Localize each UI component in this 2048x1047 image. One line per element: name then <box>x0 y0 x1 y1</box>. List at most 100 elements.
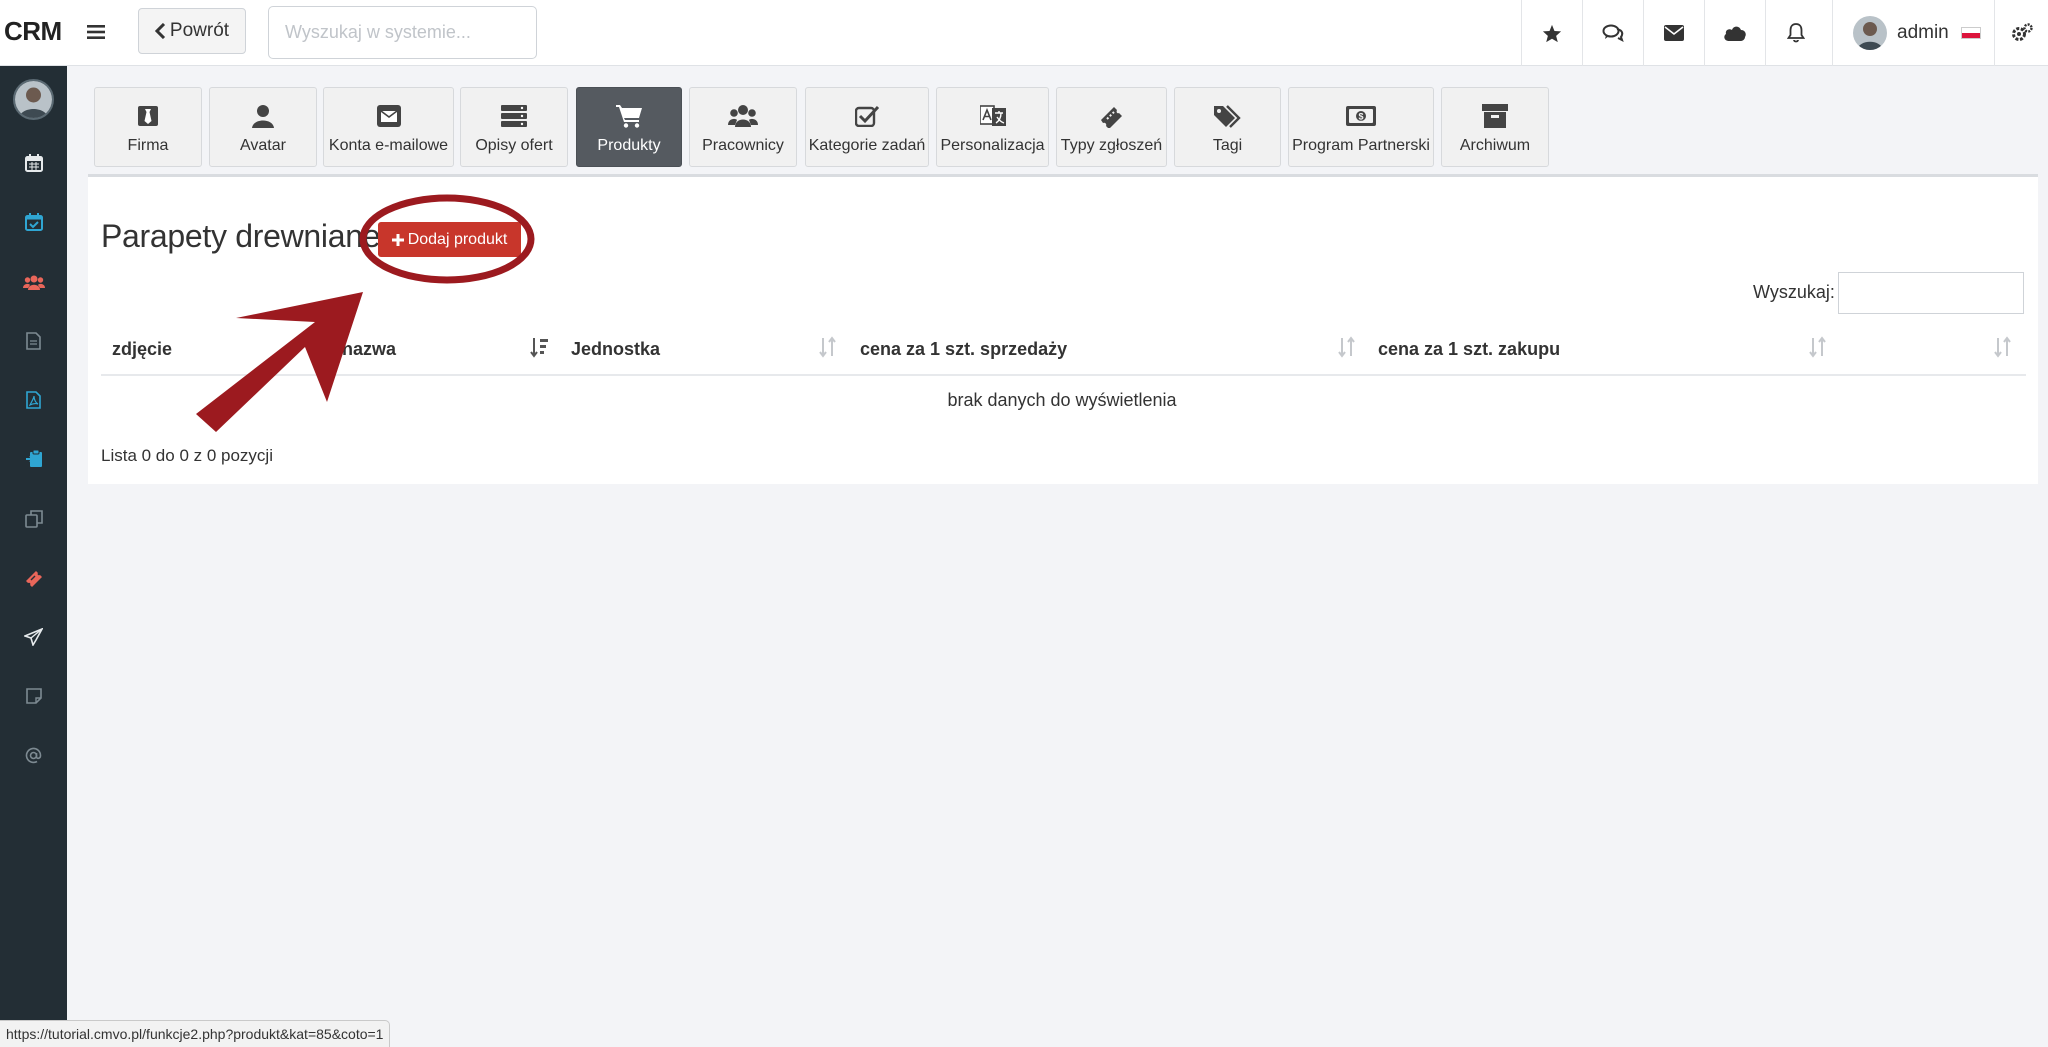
tab-label: Program Partnerski <box>1292 137 1430 154</box>
sidebar-item-users[interactable] <box>0 262 67 302</box>
avatar <box>1853 16 1887 50</box>
column-header-sale-price[interactable]: cena za 1 szt. sprzedaży <box>860 339 1067 360</box>
tab-label: Typy zgłoszeń <box>1060 137 1163 154</box>
favorites-button[interactable] <box>1521 0 1582 66</box>
tab-typy-zgloszen[interactable]: Typy zgłoszeń <box>1056 87 1167 167</box>
sidebar-item-copy[interactable] <box>0 499 67 539</box>
back-button-label: Powrót <box>169 20 230 41</box>
calendar-check-icon <box>24 213 43 231</box>
tab-avatar[interactable]: Avatar <box>209 87 317 167</box>
envelope-square-icon <box>376 105 401 127</box>
tab-label: Tagi <box>1212 137 1243 154</box>
user-name: admin <box>1897 22 1949 43</box>
empty-table-message: brak danych do wyświetlenia <box>947 390 1177 410</box>
add-product-label: Dodaj produkt <box>407 230 508 248</box>
table-info: Lista 0 do 0 z 0 pozycji <box>101 446 273 465</box>
sort-icon[interactable] <box>1338 336 1356 358</box>
sidebar-item-tickets[interactable] <box>0 558 67 598</box>
user-menu[interactable]: admin <box>1832 0 1994 66</box>
top-icon-bar <box>1521 0 1826 66</box>
ticket-icon <box>1100 107 1122 128</box>
products-panel <box>88 174 2038 484</box>
status-bar-url: https://tutorial.cmvo.pl/funkcje2.php?pr… <box>0 1020 391 1047</box>
tab-label: Konta e-mailowe <box>328 137 449 154</box>
tab-label: Produkty <box>597 137 661 154</box>
table-header-divider <box>101 374 2026 376</box>
envelope-icon <box>1664 25 1684 41</box>
tab-label: Firma <box>127 137 169 154</box>
global-search-input[interactable] <box>268 6 537 59</box>
tab-opisy-ofert[interactable]: Opisy ofert <box>460 87 568 167</box>
column-header-photo[interactable]: zdjęcie <box>112 339 172 360</box>
svg-text:$: $ <box>1358 112 1363 122</box>
mail-button[interactable] <box>1643 0 1704 66</box>
column-header-unit[interactable]: Jednostka <box>571 339 660 360</box>
file-icon <box>26 332 41 350</box>
tab-personalizacja[interactable]: Personalizacja <box>936 87 1049 167</box>
copy-icon <box>24 510 43 528</box>
page-title: Parapety drewniane <box>101 218 381 254</box>
language-icon <box>979 105 1006 126</box>
money-icon: $ <box>1346 106 1376 126</box>
tab-label: Kategorie zadań <box>808 137 926 154</box>
sort-icon[interactable] <box>819 336 837 358</box>
tie-icon <box>138 106 158 126</box>
tab-konta-e-mailowe[interactable]: Konta e-mailowe <box>323 87 454 167</box>
sort-icon[interactable] <box>1994 336 2012 358</box>
sidebar <box>0 66 67 1046</box>
users-icon <box>22 275 45 290</box>
chat-button[interactable] <box>1582 0 1643 66</box>
at-icon <box>25 747 42 763</box>
archive-icon <box>1482 104 1508 128</box>
notifications-button[interactable] <box>1765 0 1826 66</box>
sort-icon[interactable] <box>312 336 330 358</box>
cart-icon <box>616 105 642 128</box>
sidebar-item-notes[interactable] <box>0 676 67 716</box>
flag-pl-icon <box>1960 27 1981 39</box>
sidebar-item-clipboard[interactable] <box>0 439 67 479</box>
cloud-icon <box>1724 26 1746 41</box>
sidebar-item-tasks[interactable] <box>0 202 67 242</box>
comments-icon <box>1602 24 1624 42</box>
menu-toggle-icon[interactable] <box>80 14 112 50</box>
users-icon <box>728 105 758 127</box>
paper-plane-icon <box>24 628 43 646</box>
tab-kategorie-zadan[interactable]: Kategorie zadań <box>805 87 929 167</box>
check-square-icon <box>855 105 879 127</box>
tab-label: Personalizacja <box>940 137 1045 154</box>
ticket-icon <box>25 571 42 587</box>
settings-button[interactable] <box>1994 0 2048 66</box>
sidebar-item-send[interactable] <box>0 617 67 657</box>
calendar-icon <box>24 154 43 172</box>
top-bar: CRM Powrót admin <box>0 0 2048 66</box>
tab-archiwum[interactable]: Archiwum <box>1441 87 1549 167</box>
sidebar-item-calendar[interactable] <box>0 143 67 183</box>
tab-firma[interactable]: Firma <box>94 87 202 167</box>
tab-tagi[interactable]: Tagi <box>1174 87 1281 167</box>
sidebar-avatar[interactable] <box>13 79 54 120</box>
tab-label: Archiwum <box>1459 137 1531 154</box>
sidebar-item-email[interactable] <box>0 735 67 775</box>
sidebar-item-documents[interactable] <box>0 321 67 361</box>
chevron-left-icon <box>154 23 165 39</box>
brand-logo[interactable]: CRM <box>4 16 62 47</box>
tab-label: Opisy ofert <box>475 137 553 154</box>
gears-icon <box>2011 23 2033 41</box>
column-header-purchase-price[interactable]: cena za 1 szt. zakupu <box>1378 339 1560 360</box>
tab-pracownicy[interactable]: Pracownicy <box>689 87 797 167</box>
star-icon <box>1542 24 1562 42</box>
table-search-input[interactable] <box>1838 272 2024 314</box>
add-product-button[interactable]: Dodaj produkt <box>378 222 521 257</box>
table-search-label: Wyszukaj: <box>1753 282 1835 302</box>
server-icon <box>501 105 527 127</box>
tab-label: Pracownicy <box>702 137 784 154</box>
sort-icon[interactable] <box>1809 336 1827 358</box>
column-header-name[interactable]: nazwa <box>342 339 396 360</box>
bell-icon <box>1787 23 1805 43</box>
cloud-button[interactable] <box>1704 0 1765 66</box>
back-button[interactable]: Powrót <box>138 8 246 54</box>
tab-produkty[interactable]: Produkty <box>576 87 682 167</box>
sort-descending-icon[interactable] <box>530 336 550 358</box>
user-icon <box>252 105 274 128</box>
tab-program-partnerski[interactable]: $ Program Partnerski <box>1288 87 1434 167</box>
